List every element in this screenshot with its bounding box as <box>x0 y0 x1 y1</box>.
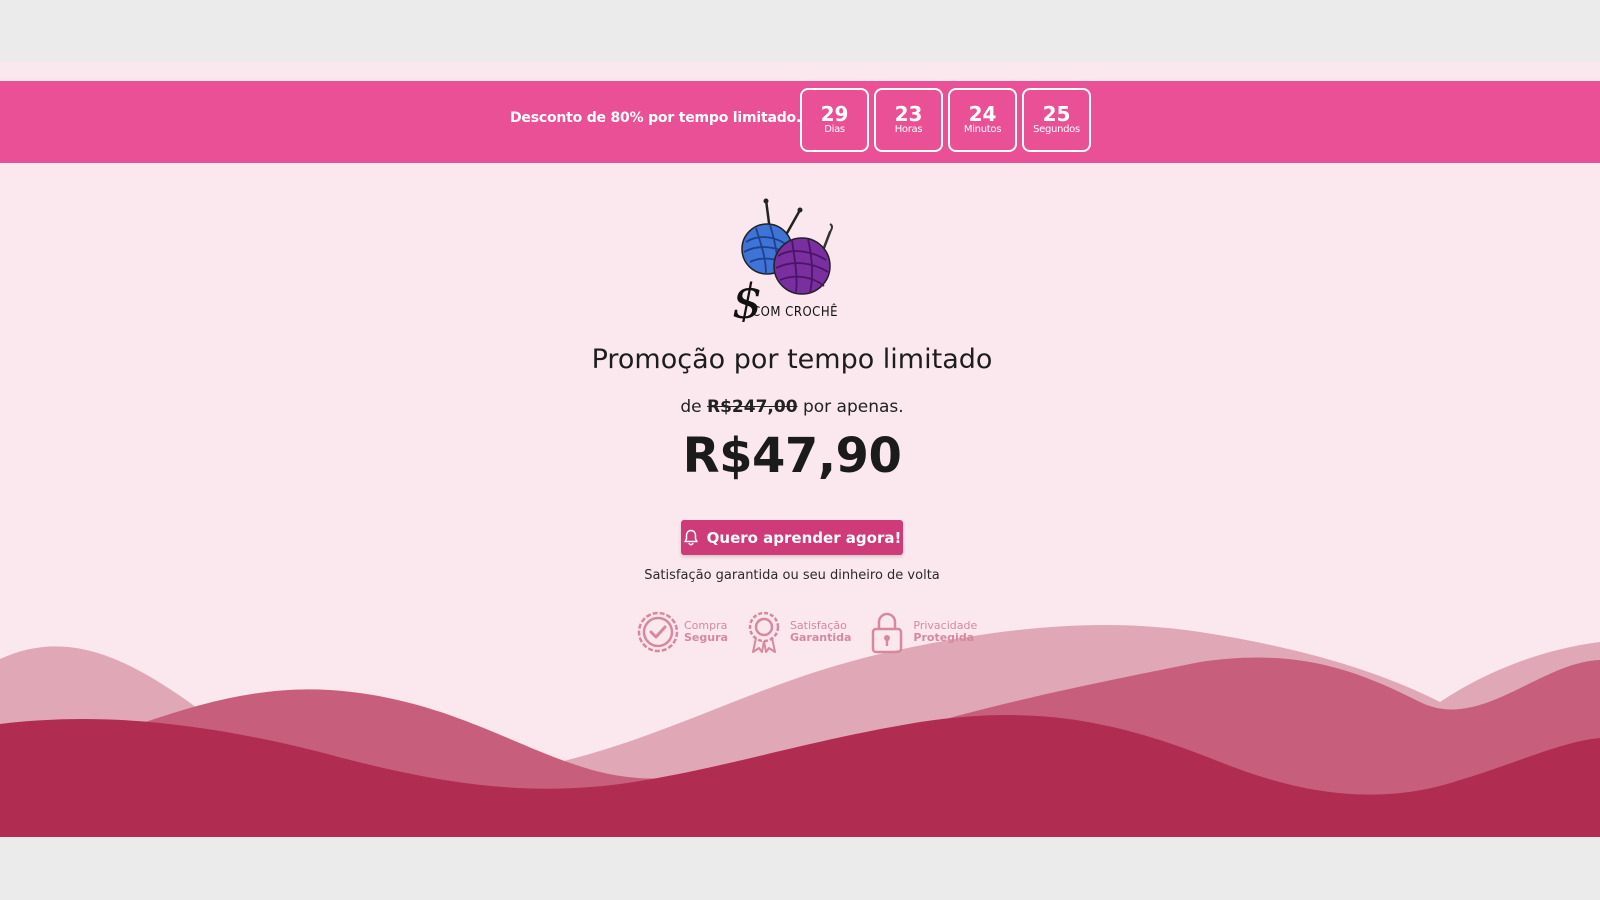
countdown-seconds: 25 Segundos <box>1022 88 1091 152</box>
award-ribbon-icon <box>748 611 780 653</box>
buy-now-label: Quero aprender agora! <box>706 528 902 547</box>
bell-icon <box>683 529 698 546</box>
price-prefix: de <box>680 397 702 417</box>
promo-countdown-bar: Desconto de 80% por tempo limitado. 29 D… <box>0 81 1600 163</box>
badge-satisfacao-garantida: Satisfação Garantida <box>742 610 851 654</box>
countdown-days-label: Dias <box>824 124 845 135</box>
countdown-timer: 29 Dias 23 Horas 24 Minutos 25 Segundos <box>800 88 1091 152</box>
badge-privacidade-line2: Protegida <box>913 631 975 644</box>
lock-icon <box>872 612 903 654</box>
promo-text: Desconto de 80% por tempo limitado. <box>510 110 802 126</box>
badge-satisfacao-line2: Garantida <box>789 631 852 644</box>
check-seal-icon <box>637 611 679 653</box>
countdown-days: 29 Dias <box>800 88 869 152</box>
buy-now-button[interactable]: Quero aprender agora! <box>681 520 903 555</box>
old-price: R$247,00 <box>707 397 798 417</box>
landing-page: Desconto de 80% por tempo limitado. 29 D… <box>0 62 1600 837</box>
countdown-minutes-label: Minutos <box>963 124 1002 135</box>
countdown-hours-label: Horas <box>894 124 923 135</box>
svg-text:COM CROCHÊ: COM CROCHÊ <box>752 304 838 320</box>
price-comparison: de R$247,00 por apenas. <box>0 397 1584 417</box>
guarantee-text: Satisfação garantida ou seu dinheiro de … <box>644 568 940 583</box>
current-price: R$47,90 <box>682 428 902 484</box>
trust-badges: Compra Segura Satisfação Garantida Priva… <box>636 610 977 654</box>
badge-privacidade-protegida: Privacidade Protegida <box>865 610 977 654</box>
yarn-logo: $ COM CROCHÊ <box>732 198 838 322</box>
badge-compra-segura: Compra Segura <box>636 610 728 654</box>
countdown-hours-value: 23 <box>894 102 923 126</box>
badge-compra-line2: Segura <box>684 631 728 644</box>
countdown-minutes-value: 24 <box>968 102 997 126</box>
price-suffix: por apenas. <box>802 397 904 417</box>
countdown-days-value: 29 <box>820 102 849 126</box>
countdown-minutes: 24 Minutos <box>948 88 1017 152</box>
page-title: Promoção por tempo limitado <box>591 344 993 375</box>
countdown-seconds-label: Segundos <box>1033 124 1080 135</box>
countdown-seconds-value: 25 <box>1042 102 1071 126</box>
countdown-hours: 23 Horas <box>874 88 943 152</box>
